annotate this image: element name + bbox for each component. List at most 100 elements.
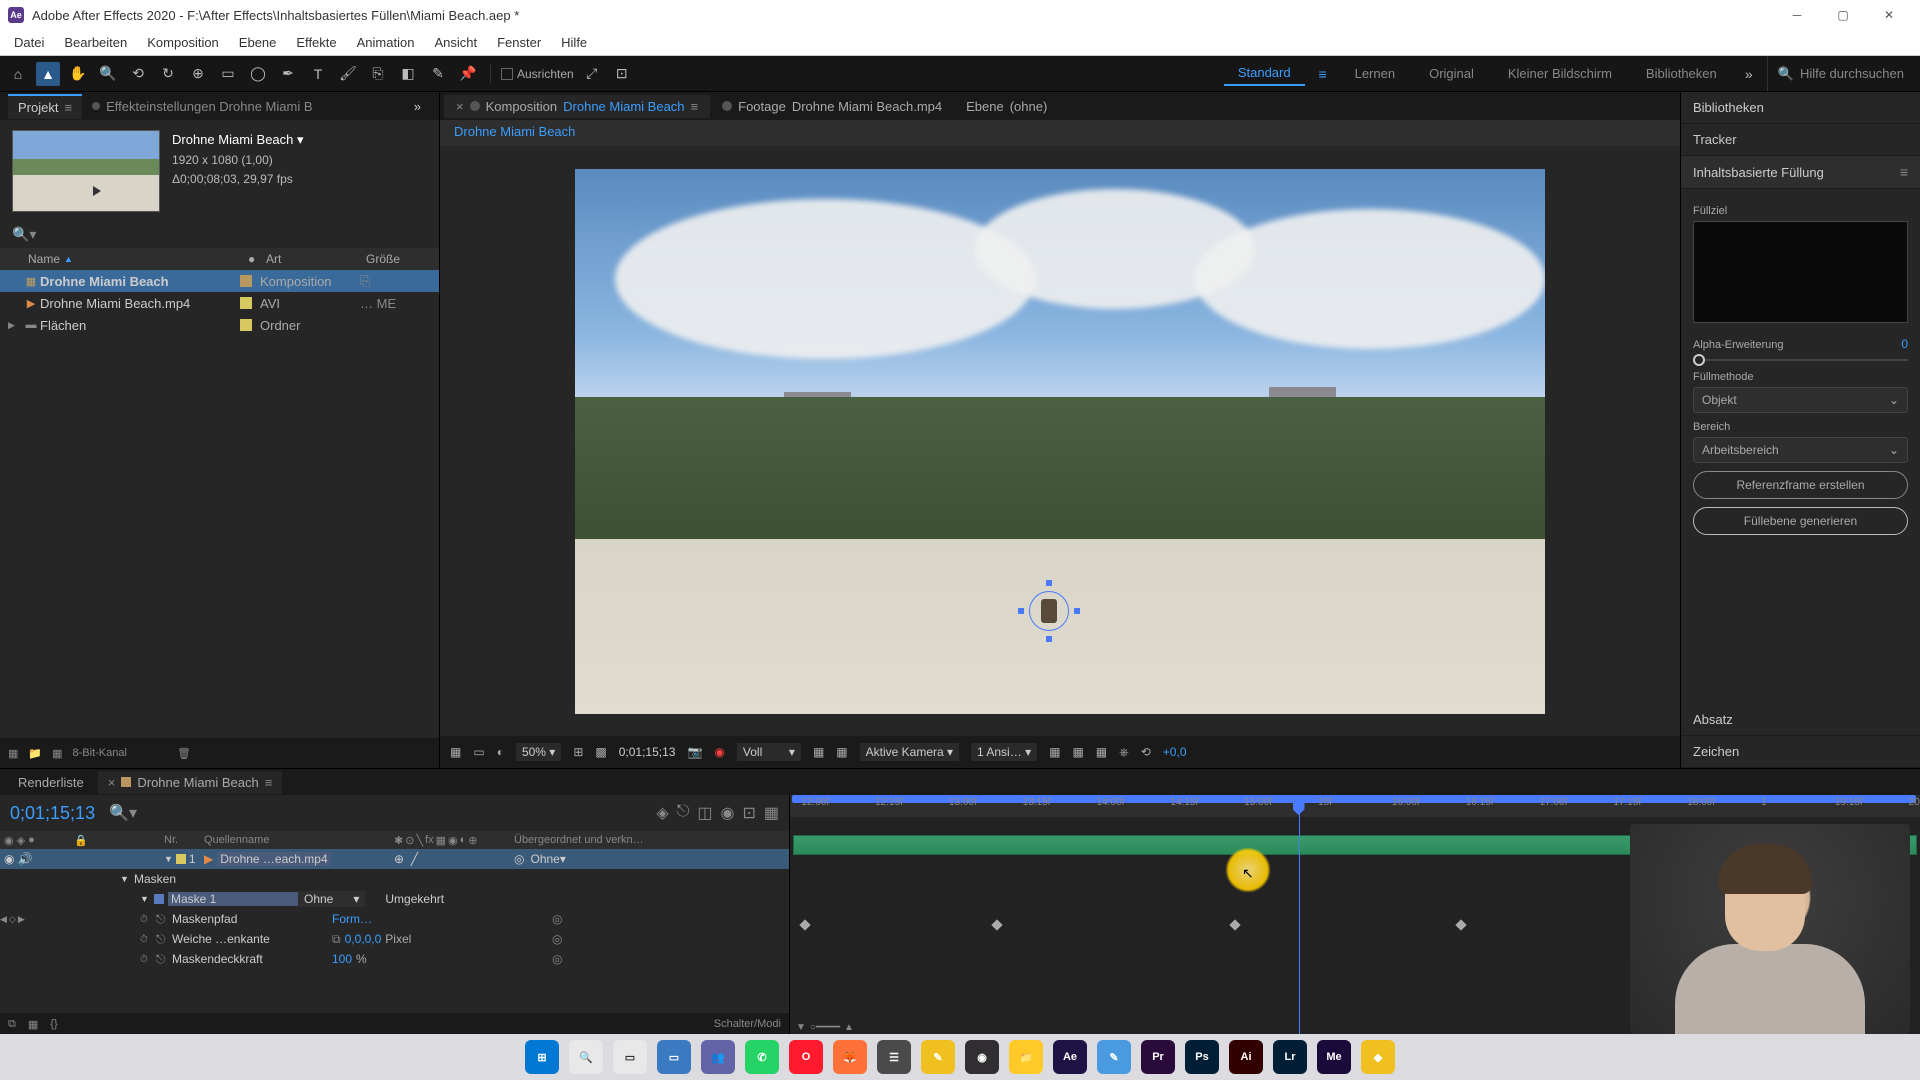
transparency-icon[interactable]: ▦ [813,745,824,759]
kf-prev-icon[interactable]: ◀ [0,914,7,925]
rect-tool[interactable]: ▭ [216,62,240,86]
panel-menu-icon[interactable]: ≡ [1900,164,1908,180]
taskbar-pr[interactable]: Pr [1141,1040,1175,1074]
switches-modes-toggle[interactable]: Schalter/Modi [714,1018,781,1030]
alpha-toggle-icon[interactable]: ▦ [450,745,461,759]
minimize-button[interactable]: ─ [1774,0,1820,30]
paragraph-panel-header[interactable]: Absatz [1681,704,1920,736]
stopwatch-icon[interactable]: ⏱ [140,914,156,925]
taskbar-explorer2[interactable]: ▭ [657,1040,691,1074]
brush-tool[interactable]: 🖌 [336,62,360,86]
col-size[interactable]: Größe [366,252,431,266]
taskbar-app2[interactable]: ✎ [921,1040,955,1074]
menu-fenster[interactable]: Fenster [487,31,551,54]
audio-toggle[interactable]: 🔊 [17,852,32,866]
taskbar-teams[interactable]: 👥 [701,1040,735,1074]
puppet-tool[interactable]: 📌 [456,62,480,86]
zoom-out-icon[interactable]: ▼ [796,1022,806,1033]
taskbar-lr[interactable]: Lr [1273,1040,1307,1074]
snap2-icon[interactable]: ⊡ [610,62,634,86]
camera-dropdown[interactable]: Aktive Kamera ▾ [860,743,959,761]
mask-expand-icon[interactable]: ▼ [140,894,154,904]
timeline-comp-tab[interactable]: ×Drohne Miami Beach≡ [98,771,283,794]
fill-method-dropdown[interactable]: Objekt⌄ [1693,387,1908,413]
tl-icon-3[interactable]: ◫ [697,803,712,823]
mask-handle[interactable] [1046,580,1052,586]
nr-header[interactable]: Nr. [164,834,204,846]
link-icon[interactable]: ◎ [552,932,570,946]
taskbar-app4[interactable]: ◆ [1361,1040,1395,1074]
expression-icon[interactable]: ⎋ [156,952,172,967]
rotate-tool[interactable]: ↻ [156,62,180,86]
mask-invert-label[interactable]: Umgekehrt [385,892,444,906]
kf-add-icon[interactable]: ◇ [9,914,16,925]
taskbar-ai[interactable]: Ai [1229,1040,1263,1074]
tl-icon-2[interactable]: ⎋ [677,803,690,823]
taskbar-taskview[interactable]: ▭ [613,1040,647,1074]
tl-footer-icon3[interactable]: {} [50,1018,57,1030]
create-reference-button[interactable]: Referenzframe erstellen [1693,471,1908,499]
mask-handle[interactable] [1018,608,1024,614]
taskbar-firefox[interactable]: 🦊 [833,1040,867,1074]
timeline-layer-1[interactable]: ◉🔊 ▼1 ▶Drohne …each.mp4 ⊕ ╱ ◎Ohne▾ [0,849,789,869]
help-search[interactable]: 🔍 Hilfe durchsuchen [1767,56,1914,91]
workspace-menu-icon[interactable]: ≡ [1311,62,1335,86]
expression-icon[interactable]: ⎋ [156,932,172,947]
channel-icon[interactable]: ▭ [473,745,484,759]
workspace-standard[interactable]: Standard [1224,61,1305,86]
type-tool[interactable]: T [306,62,330,86]
masks-expand-icon[interactable]: ▼ [120,874,134,884]
taskbar-opera[interactable]: O [789,1040,823,1074]
source-header[interactable]: Quellenname [204,834,394,846]
kf-next-icon[interactable]: ▶ [18,914,25,925]
video-toggle[interactable]: ◉ [4,852,14,866]
menu-bearbeiten[interactable]: Bearbeiten [54,31,137,54]
current-time-display[interactable]: 0;01;15;13 [10,803,95,824]
generate-fill-button[interactable]: Füllebene generieren [1693,507,1908,535]
trash-icon[interactable]: 🗑 [177,747,191,760]
link-icon[interactable]: ◎ [552,912,570,926]
color-icon[interactable]: ◉ [714,745,724,759]
eraser-tool[interactable]: ◧ [396,62,420,86]
col-type[interactable]: Art [266,252,366,266]
mask-handle[interactable] [1074,608,1080,614]
anchor-tool[interactable]: ⊕ [186,62,210,86]
taskbar-ae[interactable]: Ae [1053,1040,1087,1074]
views-dropdown[interactable]: 1 Ansi… ▾ [971,743,1037,761]
close-button[interactable]: ✕ [1866,0,1912,30]
taskbar-app1[interactable]: ☰ [877,1040,911,1074]
zoom-dropdown[interactable]: 50% ▾ [516,743,561,761]
taskbar-explorer[interactable]: 📁 [1009,1040,1043,1074]
expand-icon[interactable]: ▶ [8,320,22,331]
mask-feather-value[interactable]: 0,0,0,0 [345,932,382,946]
view-opt3-icon[interactable]: ▦ [1096,745,1107,759]
timeline-playhead[interactable] [1299,795,1300,1035]
mask-1-label[interactable]: Maske 1 [168,892,298,906]
pen-tool[interactable]: ✒ [276,62,300,86]
taskbar-obs[interactable]: ◉ [965,1040,999,1074]
clone-tool[interactable]: ⎘ [366,62,390,86]
bpc-button[interactable]: 8-Bit-Kanal [73,747,127,759]
project-item-comp[interactable]: ▦ Drohne Miami Beach Komposition ⎘ [0,270,439,292]
expression-icon[interactable]: ⎋ [156,912,172,927]
orbit-tool[interactable]: ⟲ [126,62,150,86]
grid-icon[interactable]: ⊞ [573,745,583,759]
interpret-icon[interactable]: ▦ [8,747,18,760]
resolution-dropdown[interactable]: Voll ▾ [737,743,801,761]
character-panel-header[interactable]: Zeichen [1681,736,1920,768]
mask-mode-dropdown[interactable]: Ohne▾ [298,891,365,907]
panel-menu-icon[interactable]: ≡ [64,100,72,115]
view-opt4-icon[interactable]: ⎈ [1119,745,1129,760]
guides-icon[interactable]: ▩ [595,745,606,759]
alpha-exp-value[interactable]: 0 [1901,337,1908,351]
snapshot-icon[interactable]: 📷 [687,745,702,759]
menu-animation[interactable]: Animation [347,31,425,54]
snap-icon[interactable]: ⤢ [580,62,604,86]
tracker-panel-header[interactable]: Tracker [1681,124,1920,156]
caf-panel-header[interactable]: Inhaltsbasierte Füllung≡ [1681,156,1920,189]
keyframe-diamond[interactable] [800,919,811,930]
panel-overflow[interactable]: » [404,95,431,118]
refresh-icon[interactable]: ⟲ [1141,745,1151,759]
menu-datei[interactable]: Datei [4,31,54,54]
exposure-value[interactable]: +0,0 [1163,745,1187,759]
